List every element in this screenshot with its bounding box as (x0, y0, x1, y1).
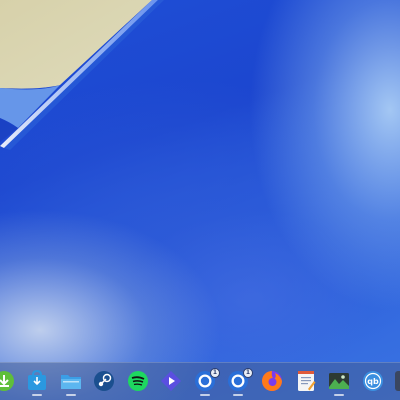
notification-badge: 1 (210, 368, 220, 378)
dock-item-text-editor[interactable] (294, 369, 318, 395)
dock-item-steam[interactable] (92, 369, 116, 395)
running-indicator (334, 394, 344, 396)
dock-item-download-manager[interactable] (0, 369, 16, 395)
dock-item-partial[interactable] (394, 369, 400, 395)
notepad-icon (298, 371, 316, 391)
spotify-icon (128, 371, 148, 391)
folder-icon (61, 375, 81, 389)
steam-icon (94, 371, 114, 391)
dock-item-media-player[interactable] (159, 369, 183, 395)
dock-item-chrome-app-1[interactable]: 1 (193, 368, 220, 396)
dock-item-chrome-app-2[interactable]: 1 (226, 368, 253, 396)
desktop[interactable]: 1 1 qb (0, 0, 400, 400)
svg-text:qb: qb (367, 377, 379, 386)
running-indicator (32, 394, 42, 396)
image-landscape-icon (329, 373, 349, 389)
qb-icon: qb (363, 371, 383, 391)
firefox-icon (262, 371, 282, 391)
dock-item-spotify[interactable] (126, 369, 150, 395)
notification-badge: 1 (243, 368, 253, 378)
dock-item-image-viewer[interactable] (327, 369, 351, 396)
dock-item-firefox[interactable] (260, 369, 284, 395)
running-indicator (233, 394, 243, 396)
play-icon (161, 371, 181, 391)
dock: 1 1 qb (0, 362, 400, 400)
dock-item-store[interactable] (25, 369, 49, 396)
dock-item-qbittorrent[interactable]: qb (361, 369, 385, 395)
dock-item-files[interactable] (59, 369, 83, 396)
wallpaper-sand-shape (0, 0, 164, 150)
running-indicator (66, 394, 76, 396)
store-bag-icon (28, 369, 46, 390)
download-arrow-icon (0, 371, 14, 391)
running-indicator (200, 394, 210, 396)
app-icon (395, 371, 400, 391)
